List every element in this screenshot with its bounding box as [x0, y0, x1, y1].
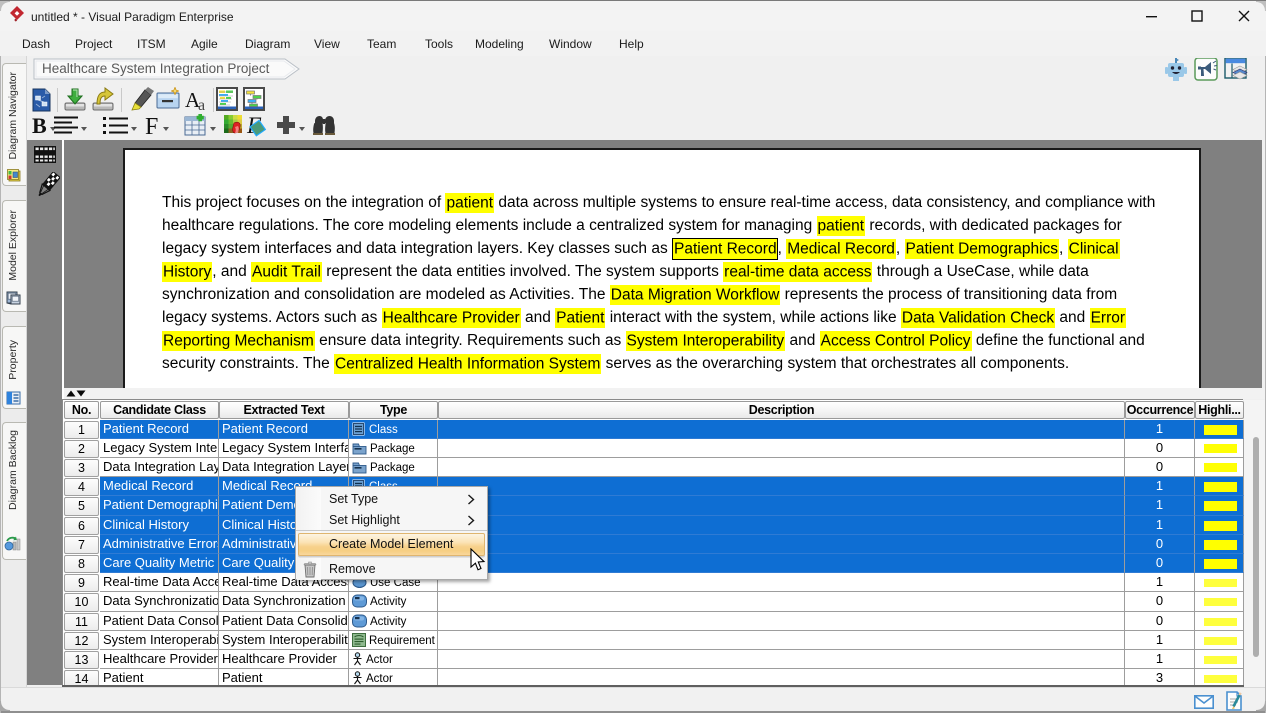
svg-text:B: B	[32, 114, 47, 138]
svg-text:F: F	[145, 114, 158, 139]
svg-text:a: a	[198, 97, 205, 113]
